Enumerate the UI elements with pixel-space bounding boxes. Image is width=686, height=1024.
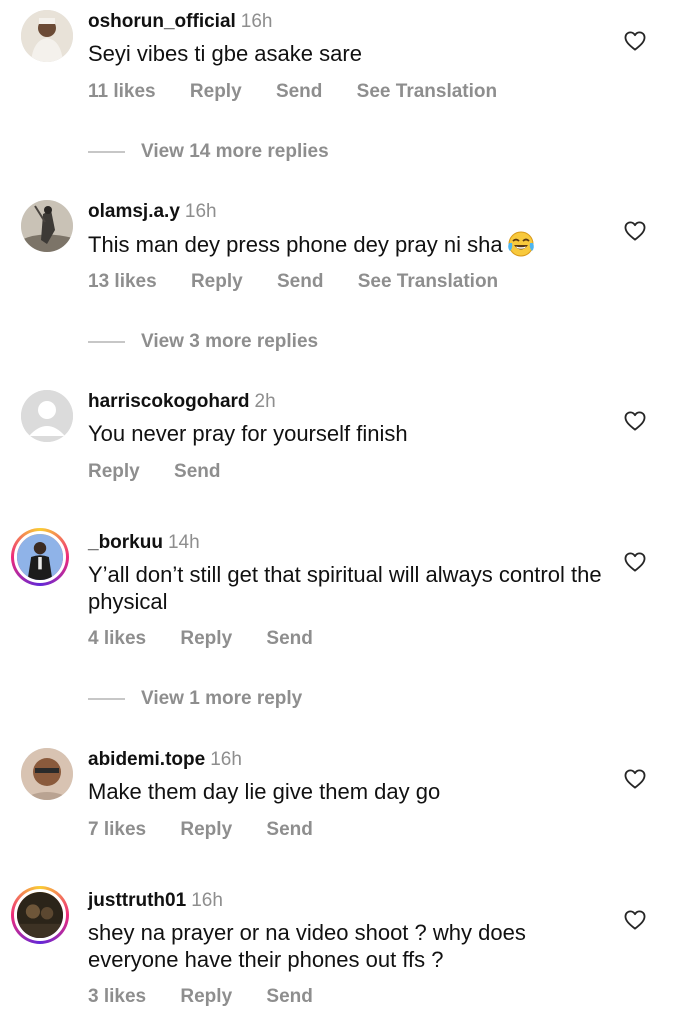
- avatar[interactable]: [21, 200, 73, 252]
- comment-text: Y’all don’t still get that spiritual wil…: [88, 562, 602, 614]
- likes-count[interactable]: 13 likes: [88, 271, 157, 292]
- likes-count[interactable]: 7 likes: [88, 819, 146, 840]
- send-button[interactable]: Send: [276, 81, 322, 102]
- comment-text: Make them day lie give them day go: [88, 779, 441, 804]
- avatar[interactable]: [21, 390, 73, 442]
- timestamp: 16h: [184, 201, 217, 222]
- comment-actions: 7 likes Reply Send: [88, 818, 342, 842]
- timestamp: 14h: [167, 532, 200, 553]
- reply-button[interactable]: Reply: [191, 271, 243, 292]
- username[interactable]: abidemi.tope: [88, 749, 205, 770]
- send-button[interactable]: Send: [266, 628, 312, 649]
- reply-button[interactable]: Reply: [180, 628, 232, 649]
- comment-actions: Reply Send: [88, 460, 249, 484]
- username[interactable]: justtruth01: [88, 890, 186, 911]
- story-ring: [14, 889, 66, 941]
- send-button[interactable]: Send: [266, 986, 312, 1007]
- view-more-replies-label[interactable]: View 14 more replies: [141, 141, 329, 163]
- heart-outline-icon[interactable]: [624, 769, 646, 789]
- username[interactable]: olamsj.a.y: [88, 201, 180, 222]
- comment-meta: abidemi.tope 16h: [88, 748, 242, 772]
- see-translation-button[interactable]: See Translation: [358, 271, 498, 292]
- heart-outline-icon[interactable]: [624, 552, 646, 572]
- view-more-replies[interactable]: View 3 more replies: [88, 330, 318, 354]
- avatar[interactable]: [21, 10, 73, 62]
- timestamp: 2h: [254, 391, 276, 412]
- username[interactable]: oshorun_official: [88, 11, 236, 32]
- heart-outline-icon[interactable]: [624, 910, 646, 930]
- comments-list: oshorun_official 16h Seyi vibes ti gbe as…: [0, 0, 686, 1024]
- likes-count[interactable]: 11 likes: [88, 81, 156, 102]
- username[interactable]: harriscokogohard: [88, 391, 250, 412]
- comment-meta: _borkuu 14h: [88, 531, 200, 555]
- comment-meta: justtruth01 16h: [88, 889, 223, 913]
- divider-line: [88, 341, 125, 343]
- username[interactable]: _borkuu: [88, 532, 163, 553]
- comment-meta: oshorun_official 16h: [88, 10, 273, 34]
- comment-actions: 3 likes Reply Send: [88, 985, 342, 1009]
- likes-count[interactable]: 4 likes: [88, 628, 146, 649]
- comment-meta: olamsj.a.y 16h: [88, 200, 217, 224]
- reply-button[interactable]: Reply: [180, 819, 232, 840]
- comment-actions: 4 likes Reply Send: [88, 627, 342, 651]
- comment-text: shey na prayer or na video shoot ? why d…: [88, 920, 526, 972]
- view-more-replies[interactable]: View 14 more replies: [88, 140, 329, 164]
- send-button[interactable]: Send: [266, 819, 312, 840]
- reply-button[interactable]: Reply: [88, 461, 140, 482]
- reply-button[interactable]: Reply: [180, 986, 232, 1007]
- timestamp: 16h: [191, 890, 223, 911]
- view-more-replies-label[interactable]: View 3 more replies: [141, 331, 318, 353]
- comment-actions: 13 likes Reply Send See Translation: [88, 270, 527, 294]
- heart-outline-icon[interactable]: [624, 411, 646, 431]
- comment-meta: harriscokogohard 2h: [88, 390, 276, 414]
- view-more-replies[interactable]: View 1 more reply: [88, 687, 302, 711]
- divider-line: [88, 151, 125, 153]
- heart-outline-icon[interactable]: [624, 221, 646, 241]
- see-translation-button[interactable]: See Translation: [357, 81, 497, 102]
- comment-text: This man dey press phone dey pray ni sha: [88, 230, 608, 258]
- avatar[interactable]: [11, 886, 69, 944]
- send-button[interactable]: Send: [174, 461, 220, 482]
- timestamp: 16h: [210, 749, 242, 770]
- comment-text: Seyi vibes ti gbe asake sare: [88, 41, 362, 66]
- timestamp: 16h: [240, 11, 273, 32]
- likes-count[interactable]: 3 likes: [88, 986, 146, 1007]
- heart-outline-icon[interactable]: [624, 31, 646, 51]
- view-more-replies-label[interactable]: View 1 more reply: [141, 688, 302, 710]
- comment-text-body: This man dey press phone dey pray ni sha: [88, 232, 503, 257]
- divider-line: [88, 698, 125, 700]
- avatar[interactable]: [11, 528, 69, 586]
- story-ring: [14, 531, 66, 583]
- reply-button[interactable]: Reply: [190, 81, 242, 102]
- comment-text: You never pray for yourself finish: [88, 421, 408, 446]
- face-with-tears-of-joy-icon: [507, 231, 534, 257]
- comment-actions: 11 likes Reply Send See Translation: [88, 80, 526, 104]
- avatar[interactable]: [21, 748, 73, 800]
- send-button[interactable]: Send: [277, 271, 323, 292]
